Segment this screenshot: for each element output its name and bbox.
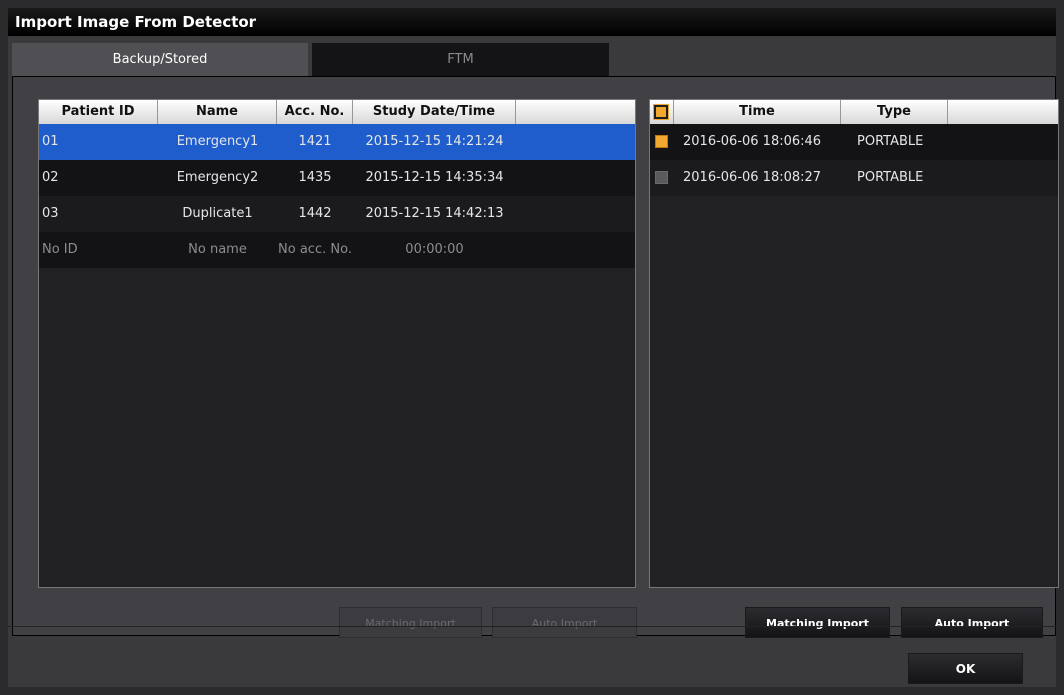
patient-acc-no: No acc. No.: [278, 242, 352, 257]
patient-id: 02: [42, 170, 59, 185]
tab-backup-stored[interactable]: Backup/Stored: [12, 43, 308, 76]
patient-row-placeholder[interactable]: No ID No name No acc. No. 00:00:00: [39, 232, 635, 268]
left-auto-import-button[interactable]: Auto Import: [492, 607, 637, 638]
image-row[interactable]: 2016-06-06 18:08:27 PORTABLE: [650, 160, 1058, 196]
patient-row[interactable]: 03 Duplicate1 1442 2015-12-15 14:42:13: [39, 196, 635, 232]
patient-acc-no: 1442: [298, 206, 332, 221]
patient-study-datetime: 00:00:00: [405, 242, 464, 257]
image-time: 2016-06-06 18:08:27: [683, 170, 822, 185]
column-time[interactable]: Time: [674, 100, 841, 124]
footer-divider: [8, 626, 1056, 627]
patient-study-datetime: 2015-12-15 14:42:13: [365, 206, 504, 221]
patient-list[interactable]: Patient ID Name Acc. No. Study Date/Time…: [38, 99, 636, 588]
patient-acc-no: 1421: [298, 134, 332, 149]
column-study-datetime[interactable]: Study Date/Time: [353, 100, 516, 124]
ok-button[interactable]: OK: [908, 653, 1023, 684]
dialog-title: Import Image From Detector: [15, 13, 257, 31]
patient-name: Duplicate1: [182, 206, 253, 221]
tab-panel: Patient ID Name Acc. No. Study Date/Time…: [12, 76, 1059, 638]
patient-id: No ID: [42, 242, 78, 257]
column-type[interactable]: Type: [841, 100, 948, 124]
right-matching-import-button[interactable]: Matching Import: [745, 607, 890, 638]
patient-list-header: Patient ID Name Acc. No. Study Date/Time: [39, 100, 635, 124]
patient-row[interactable]: 01 Emergency1 1421 2015-12-15 14:21:24: [39, 124, 635, 160]
tab-ftm[interactable]: FTM: [312, 43, 609, 76]
column-acc-no[interactable]: Acc. No.: [277, 100, 353, 124]
patient-id: 01: [42, 134, 59, 149]
image-checkbox[interactable]: [655, 171, 668, 184]
right-auto-import-button[interactable]: Auto Import: [901, 607, 1043, 638]
patient-name: Emergency2: [176, 170, 259, 185]
image-list-header: Time Type: [650, 100, 1058, 124]
column-name[interactable]: Name: [158, 100, 277, 124]
image-list[interactable]: Time Type 2016-06-06 18:06:46 PORTABLE 2…: [649, 99, 1059, 588]
import-dialog: Import Image From Detector Backup/Stored…: [8, 8, 1059, 687]
patient-acc-no: 1435: [298, 170, 332, 185]
select-all-checkbox[interactable]: [653, 104, 669, 120]
image-row[interactable]: 2016-06-06 18:06:46 PORTABLE: [650, 124, 1058, 160]
patient-name: Emergency1: [176, 134, 259, 149]
image-type: PORTABLE: [857, 134, 924, 149]
image-time: 2016-06-06 18:06:46: [683, 134, 822, 149]
column-patient-id[interactable]: Patient ID: [39, 100, 158, 124]
patient-id: 03: [42, 206, 59, 221]
patient-name: No name: [188, 242, 247, 257]
patient-row[interactable]: 02 Emergency2 1435 2015-12-15 14:35:34: [39, 160, 635, 196]
title-bar: Import Image From Detector: [8, 8, 1056, 36]
select-all-cell: [650, 100, 674, 124]
image-checkbox[interactable]: [655, 135, 668, 148]
patient-study-datetime: 2015-12-15 14:35:34: [365, 170, 504, 185]
patient-study-datetime: 2015-12-15 14:21:24: [365, 134, 504, 149]
image-type: PORTABLE: [857, 170, 924, 185]
column-filler: [948, 100, 1058, 124]
left-matching-import-button[interactable]: Matching Import: [339, 607, 482, 638]
column-filler: [516, 100, 635, 124]
